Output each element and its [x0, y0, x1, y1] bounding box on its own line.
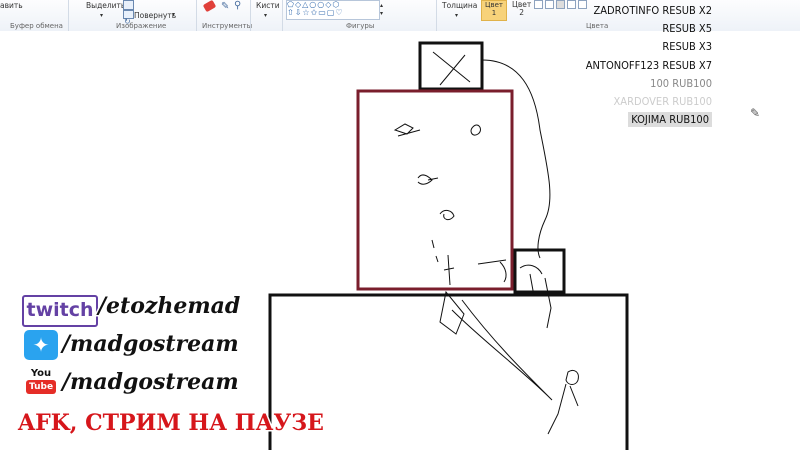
stick-figure — [519, 264, 552, 329]
donation-feed: ZADROTINFO RESUB X2 RESUB X5 RESUB X3 AN… — [586, 2, 712, 129]
youtube-handle: /madgostream — [61, 368, 241, 397]
feed-item-text: 100 RUB100 — [650, 76, 712, 90]
feed-item-text: KOJIMA RUB100 — [628, 112, 712, 128]
youtube-logo-top: You — [30, 368, 52, 379]
feed-item-text: RESUB X5 — [662, 22, 712, 36]
bird-icon: ✦ — [32, 333, 50, 357]
twitter-logo: ✦ — [24, 330, 58, 360]
pulley-lines — [439, 290, 553, 401]
feed-item-text: RESUB X3 — [662, 40, 712, 54]
feed-item: ANTONOFF123 RESUB X7 — [586, 57, 712, 75]
twitch-logo: twitch — [22, 295, 98, 327]
cross-scribble — [432, 51, 471, 86]
scribble — [439, 209, 455, 221]
feed-item: 100 RUB100 — [586, 75, 712, 93]
stick-figure — [547, 369, 579, 435]
twitch-logo-text: twitch — [26, 299, 94, 321]
feed-item: RESUB X3 — [586, 38, 712, 56]
pencil-cursor-icon: ✎ — [750, 106, 760, 120]
feed-item: ZADROTINFO RESUB X2 — [586, 2, 712, 20]
youtube-logo-bottom: Tube — [26, 380, 56, 394]
twitch-handle: /etozhemad — [96, 292, 241, 321]
feed-item: KOJIMA RUB100 — [586, 111, 712, 129]
feed-item: RESUB X5 — [586, 20, 712, 38]
youtube-logo: You Tube — [26, 368, 56, 398]
scribble — [417, 174, 439, 185]
feed-item-text: ZADROTINFO RESUB X2 — [593, 4, 712, 17]
maroon-frame — [356, 89, 514, 291]
twitter-handle: /madgostream — [61, 330, 241, 359]
feed-item: XARDOVER RUB100 — [586, 93, 712, 111]
feed-item-text: XARDOVER RUB100 — [613, 95, 712, 109]
feed-item-text: ANTONOFF123 RESUB X7 — [585, 58, 712, 72]
scribble — [470, 124, 481, 136]
scribble — [431, 239, 439, 263]
scribble — [393, 123, 421, 137]
stick-figure — [443, 254, 507, 286]
afk-banner: AFK, СТРИМ НА ПАУЗЕ — [17, 409, 326, 438]
